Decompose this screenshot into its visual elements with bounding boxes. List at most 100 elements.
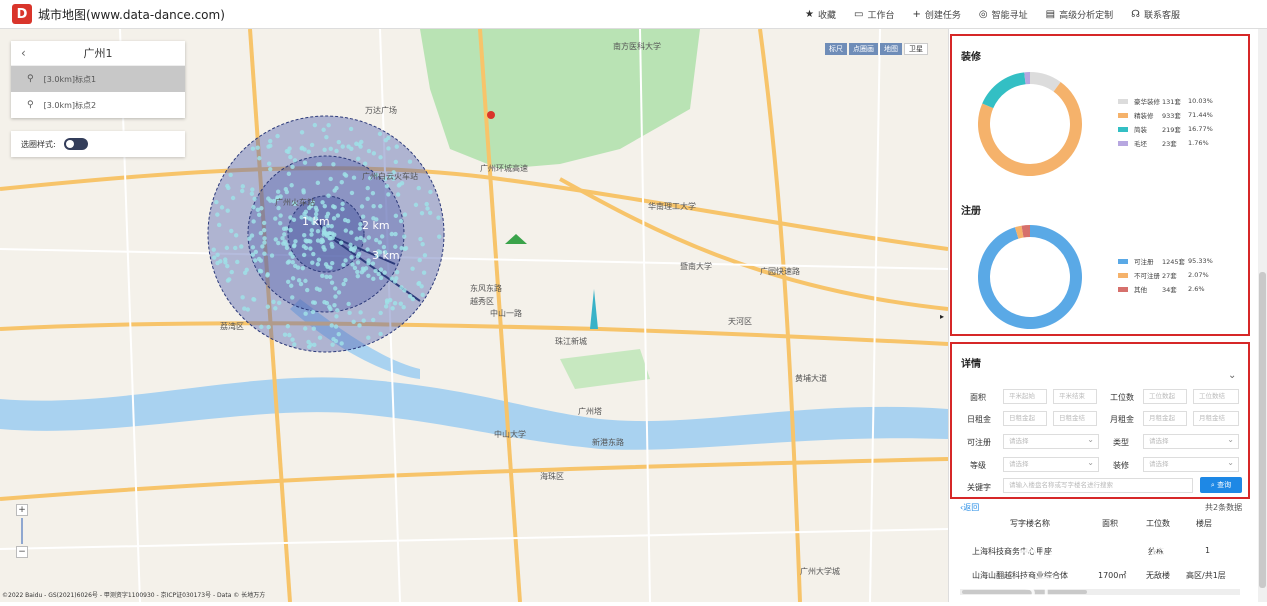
property-dot[interactable] <box>308 246 313 251</box>
property-dot[interactable] <box>216 222 222 228</box>
property-dot[interactable] <box>273 306 278 311</box>
property-dot[interactable] <box>258 230 264 236</box>
property-dot[interactable] <box>322 203 327 209</box>
property-dot[interactable] <box>328 236 333 241</box>
property-dot[interactable] <box>315 228 321 234</box>
property-dot[interactable] <box>393 159 399 165</box>
property-dot[interactable] <box>276 300 282 306</box>
property-dot[interactable] <box>335 308 340 313</box>
property-dot[interactable] <box>233 233 239 238</box>
property-dot[interactable] <box>394 276 399 281</box>
property-dot[interactable] <box>333 338 339 344</box>
property-dot[interactable] <box>329 241 334 247</box>
property-dot[interactable] <box>336 331 341 337</box>
property-dot[interactable] <box>240 184 246 189</box>
property-dot[interactable] <box>255 145 260 150</box>
property-dot[interactable] <box>317 335 323 340</box>
property-dot[interactable] <box>331 216 337 221</box>
property-dot[interactable] <box>330 231 335 236</box>
property-dot[interactable] <box>329 323 334 328</box>
property-dot[interactable] <box>437 234 442 239</box>
property-dot[interactable] <box>403 245 409 251</box>
property-dot[interactable] <box>284 148 290 154</box>
property-dot[interactable] <box>346 301 351 307</box>
property-dot[interactable] <box>377 131 383 137</box>
property-dot[interactable] <box>359 204 365 209</box>
property-dot[interactable] <box>323 262 329 267</box>
property-dot[interactable] <box>317 162 323 167</box>
zoom-out-button[interactable]: − <box>16 546 28 558</box>
property-dot[interactable] <box>265 272 270 277</box>
registrable-select[interactable]: 请选择 <box>1003 433 1099 449</box>
property-dot[interactable] <box>370 190 376 196</box>
property-dot[interactable] <box>292 158 298 163</box>
property-dot[interactable] <box>365 247 370 252</box>
property-dot[interactable] <box>365 196 370 201</box>
property-dot[interactable] <box>229 228 234 234</box>
property-dot[interactable] <box>420 241 425 247</box>
property-dot[interactable] <box>269 253 275 258</box>
property-dot[interactable] <box>340 201 345 207</box>
property-dot[interactable] <box>357 323 362 328</box>
property-dot[interactable] <box>328 176 333 182</box>
property-dot[interactable] <box>339 240 344 245</box>
property-dot[interactable] <box>399 181 405 186</box>
property-dot[interactable] <box>268 166 273 172</box>
property-dot[interactable] <box>428 189 433 195</box>
property-dot[interactable] <box>273 237 278 242</box>
property-dot[interactable] <box>349 255 354 260</box>
property-dot[interactable] <box>301 252 307 258</box>
property-dot[interactable] <box>235 259 240 265</box>
property-dot[interactable] <box>255 207 261 213</box>
property-dot[interactable] <box>285 324 291 329</box>
property-dot[interactable] <box>258 269 264 274</box>
property-dot[interactable] <box>336 139 342 145</box>
property-dot[interactable] <box>225 278 231 283</box>
monthly-rent-max-input[interactable]: 月租金结 <box>1193 411 1239 426</box>
property-dot[interactable] <box>288 154 293 160</box>
property-dot[interactable] <box>358 235 363 241</box>
property-dot[interactable] <box>249 191 255 196</box>
zoom-slider[interactable] <box>21 518 23 544</box>
property-dot[interactable] <box>339 179 344 185</box>
property-dot[interactable] <box>395 192 401 197</box>
property-dot[interactable] <box>250 146 256 151</box>
property-dot[interactable] <box>357 142 362 147</box>
property-dot[interactable] <box>310 309 316 315</box>
property-dot[interactable] <box>348 242 353 248</box>
property-dot[interactable] <box>398 301 403 306</box>
property-dot[interactable] <box>376 271 381 277</box>
property-dot[interactable] <box>303 278 308 284</box>
property-dot[interactable] <box>303 311 308 316</box>
donut-slice-简装[interactable] <box>982 72 1026 109</box>
property-dot[interactable] <box>366 235 372 240</box>
property-dot[interactable] <box>291 217 297 222</box>
property-dot[interactable] <box>390 306 395 311</box>
property-dot[interactable] <box>214 199 219 205</box>
property-dot[interactable] <box>399 245 404 251</box>
map-pin-icon[interactable] <box>487 111 495 119</box>
property-dot[interactable] <box>288 251 293 256</box>
property-dot[interactable] <box>379 234 385 239</box>
property-dot[interactable] <box>316 257 322 262</box>
nav-advanced-analysis[interactable]: ▤ 高级分析定制 <box>1046 8 1113 21</box>
property-dot[interactable] <box>416 280 422 286</box>
property-dot[interactable] <box>230 195 236 201</box>
property-dot[interactable] <box>329 280 335 285</box>
property-dot[interactable] <box>339 341 344 346</box>
property-dot[interactable] <box>327 274 333 280</box>
property-dot[interactable] <box>225 263 230 269</box>
property-dot[interactable] <box>334 314 339 319</box>
property-dot[interactable] <box>410 266 415 271</box>
property-dot[interactable] <box>324 300 330 306</box>
property-dot[interactable] <box>378 275 384 281</box>
property-dot[interactable] <box>336 290 342 295</box>
property-dot[interactable] <box>302 232 307 238</box>
property-dot[interactable] <box>392 300 398 306</box>
property-dot[interactable] <box>378 204 383 209</box>
property-dot[interactable] <box>349 190 355 196</box>
property-dot[interactable] <box>280 235 285 241</box>
property-dot[interactable] <box>283 187 289 192</box>
back-link[interactable]: ‹返回 <box>960 502 979 513</box>
property-dot[interactable] <box>262 251 267 256</box>
